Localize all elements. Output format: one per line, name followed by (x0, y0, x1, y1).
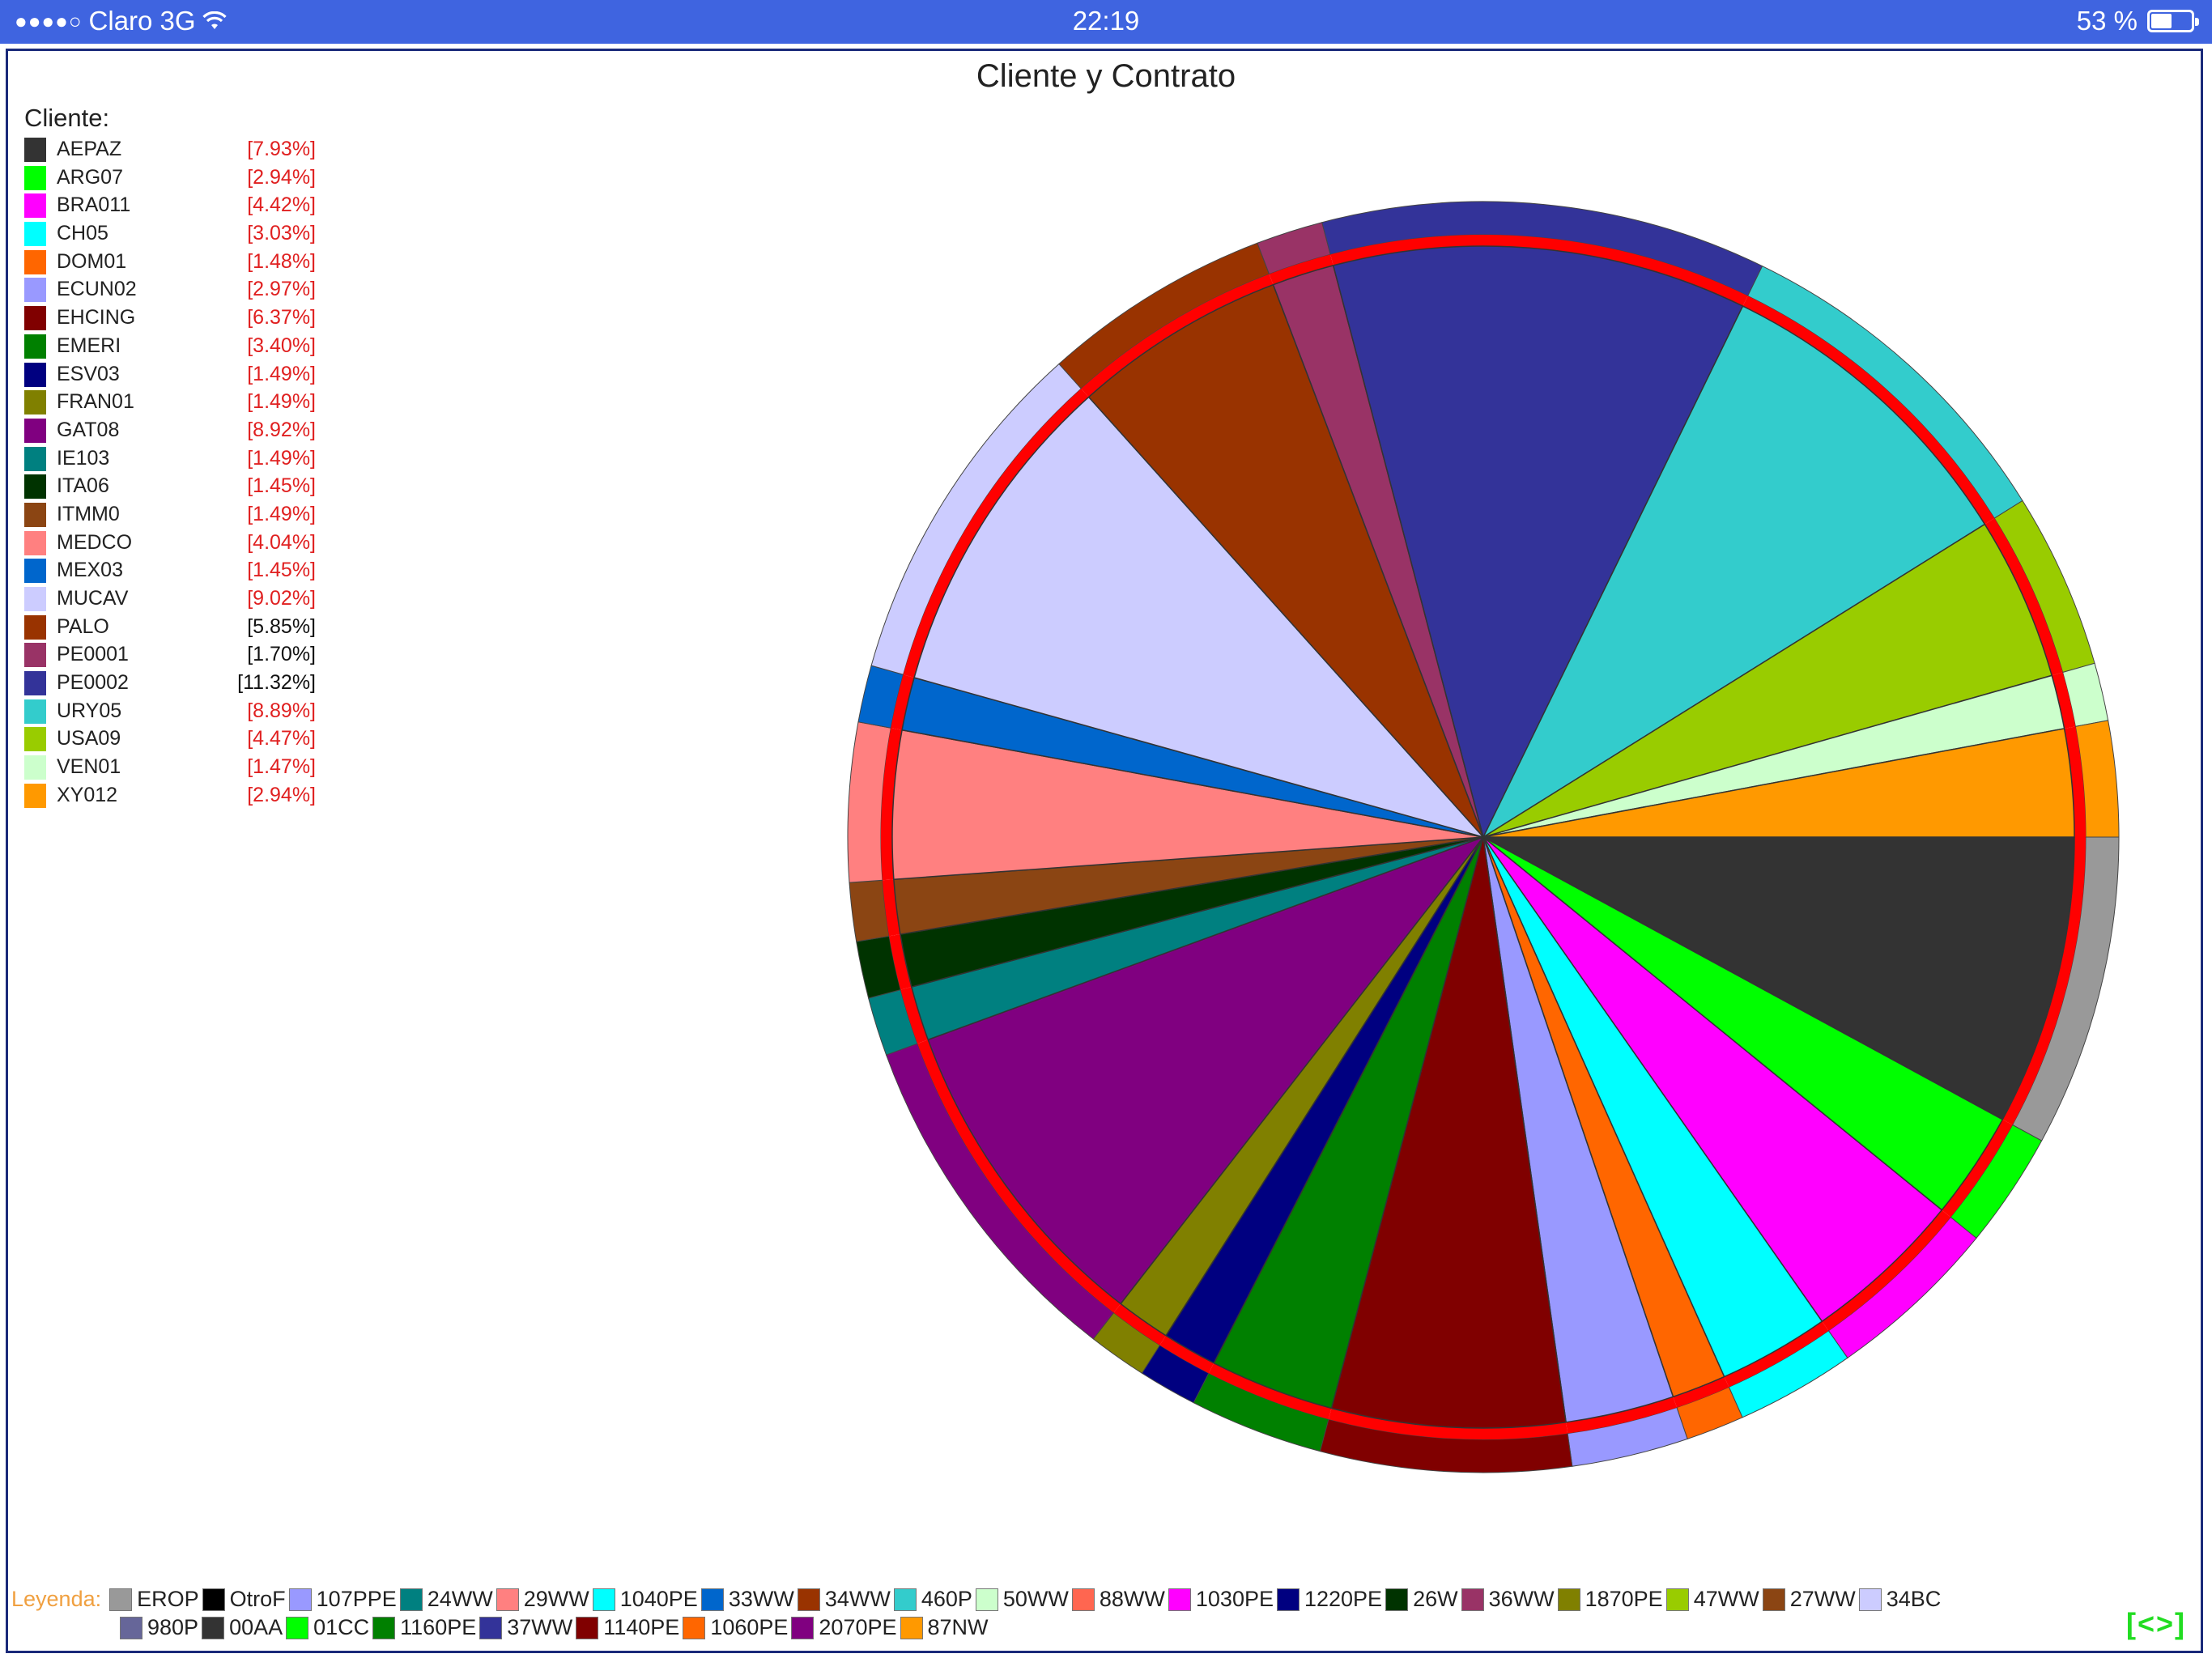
contract-legend-text: 1160PE (400, 1615, 477, 1639)
legend-swatch (1557, 1588, 1580, 1611)
contract-legend-item[interactable]: EROP (109, 1587, 199, 1612)
contract-legend-text: OtroF (229, 1587, 286, 1611)
contract-legend-text: 107PPE (316, 1587, 397, 1611)
contract-legend-text: 87NW (927, 1615, 989, 1639)
contract-legend-item[interactable]: 1140PE (576, 1615, 679, 1640)
contract-legend-item[interactable]: 1030PE (1168, 1587, 1274, 1612)
contract-legend-label: Leyenda: (11, 1587, 102, 1611)
contract-legend-item[interactable]: 980P (120, 1615, 198, 1640)
legend-swatch (900, 1616, 923, 1639)
contract-legend-text: 27WW (1789, 1587, 1856, 1611)
legend-swatch (893, 1588, 917, 1611)
contract-legend-row: Leyenda: EROP OtroF 107PPE 24WW 29WW 1040PE 33W… (11, 1587, 1944, 1612)
contract-legend-item[interactable]: 24WW (399, 1587, 493, 1612)
contract-legend-text: 36WW (1488, 1587, 1555, 1611)
contract-legend-item[interactable]: 33WW (700, 1587, 794, 1612)
contract-legend-text: EROP (137, 1587, 199, 1611)
legend-swatch (202, 1588, 225, 1611)
legend-swatch (791, 1616, 815, 1639)
contract-legend-text: 47WW (1693, 1587, 1759, 1611)
legend-swatch (1461, 1588, 1484, 1611)
legend-swatch (1276, 1588, 1300, 1611)
contract-legend-text: 1060PE (710, 1615, 789, 1639)
legend-swatch (1168, 1588, 1191, 1611)
legend-swatch (576, 1616, 599, 1639)
legend-swatch (797, 1588, 820, 1611)
contract-legend-item[interactable]: 88WW (1071, 1587, 1165, 1612)
contract-legend-item[interactable]: 50WW (975, 1587, 1069, 1612)
contract-legend-item[interactable]: 29WW (496, 1587, 589, 1612)
contract-legend-item[interactable]: 01CC (286, 1615, 369, 1640)
legend-swatch (120, 1616, 143, 1639)
contract-legend-text: 34WW (824, 1587, 891, 1611)
legend-swatch (288, 1588, 312, 1611)
legend-swatch (1762, 1588, 1785, 1611)
legend-swatch (1665, 1588, 1689, 1611)
contract-legend-item[interactable]: 27WW (1762, 1587, 1856, 1612)
contract-legend-item[interactable]: 00AA (202, 1615, 283, 1640)
contract-legend-text: 460P (921, 1587, 972, 1611)
legend-swatch (975, 1588, 998, 1611)
legend-swatch (1385, 1588, 1409, 1611)
contract-legend-item[interactable]: 87NW (900, 1615, 989, 1640)
contract-legend-item[interactable]: 2070PE (791, 1615, 897, 1640)
legend-swatch (109, 1588, 133, 1611)
legend-swatch (1071, 1588, 1095, 1611)
contract-legend-item[interactable]: 34WW (797, 1587, 891, 1612)
contract-legend-text: 34BC (1886, 1587, 1942, 1611)
contract-legend-row: 980P 00AA 01CC 1160PE 37WW 1140PE 1060PE 2070PE… (120, 1615, 992, 1640)
contract-legend-text: 1220PE (1304, 1587, 1383, 1611)
contract-legend-text: 50WW (1002, 1587, 1069, 1611)
contract-legend-item[interactable]: 1220PE (1276, 1587, 1383, 1612)
contract-legend-item[interactable]: OtroF (202, 1587, 286, 1612)
contract-legend-text: 980P (147, 1615, 199, 1639)
legend-swatch (700, 1588, 724, 1611)
contract-legend-text: 1140PE (603, 1615, 680, 1639)
contract-legend-item[interactable]: 34BC (1858, 1587, 1942, 1612)
contract-legend-item[interactable]: 460P (893, 1587, 972, 1612)
contract-legend-text: 29WW (523, 1587, 589, 1611)
contract-legend-text: 01CC (313, 1615, 370, 1639)
contract-legend-text: 00AA (229, 1615, 283, 1639)
legend-swatch (479, 1616, 503, 1639)
pie-chart[interactable] (0, 0, 2212, 1658)
contract-legend-text: 33WW (728, 1587, 794, 1611)
contract-legend-text: 1870PE (1585, 1587, 1663, 1611)
pie-outer-ring-itmm0[interactable] (849, 879, 890, 942)
contract-legend-item[interactable]: 36WW (1461, 1587, 1555, 1612)
contract-legend-item[interactable]: 37WW (479, 1615, 572, 1640)
contract-legend-item[interactable]: 1160PE (372, 1615, 476, 1640)
contract-legend-item[interactable]: 1060PE (683, 1615, 788, 1640)
contract-legend-item[interactable]: 107PPE (288, 1587, 397, 1612)
legend-swatch (683, 1616, 706, 1639)
contract-legend-item[interactable]: 1040PE (592, 1587, 698, 1612)
contract-legend-text: 1040PE (619, 1587, 698, 1611)
legend-swatch (202, 1616, 225, 1639)
legend-swatch (1858, 1588, 1882, 1611)
contract-legend-text: 26W (1413, 1587, 1458, 1611)
contract-legend-text: 24WW (427, 1587, 493, 1611)
contract-legend-text: 1030PE (1195, 1587, 1274, 1611)
legend-swatch (592, 1588, 615, 1611)
contract-legend-item[interactable]: 1870PE (1557, 1587, 1663, 1612)
nav-toggle-button[interactable]: [<>] (2126, 1607, 2186, 1641)
legend-swatch (496, 1588, 519, 1611)
legend-swatch (372, 1616, 396, 1639)
legend-swatch (286, 1616, 309, 1639)
contract-legend-item[interactable]: 47WW (1665, 1587, 1759, 1612)
contract-legend-text: 37WW (507, 1615, 573, 1639)
contract-legend-text: 88WW (1099, 1587, 1165, 1611)
contract-legend-text: 2070PE (819, 1615, 897, 1639)
legend-swatch (399, 1588, 423, 1611)
contract-legend-item[interactable]: 26W (1385, 1587, 1458, 1612)
